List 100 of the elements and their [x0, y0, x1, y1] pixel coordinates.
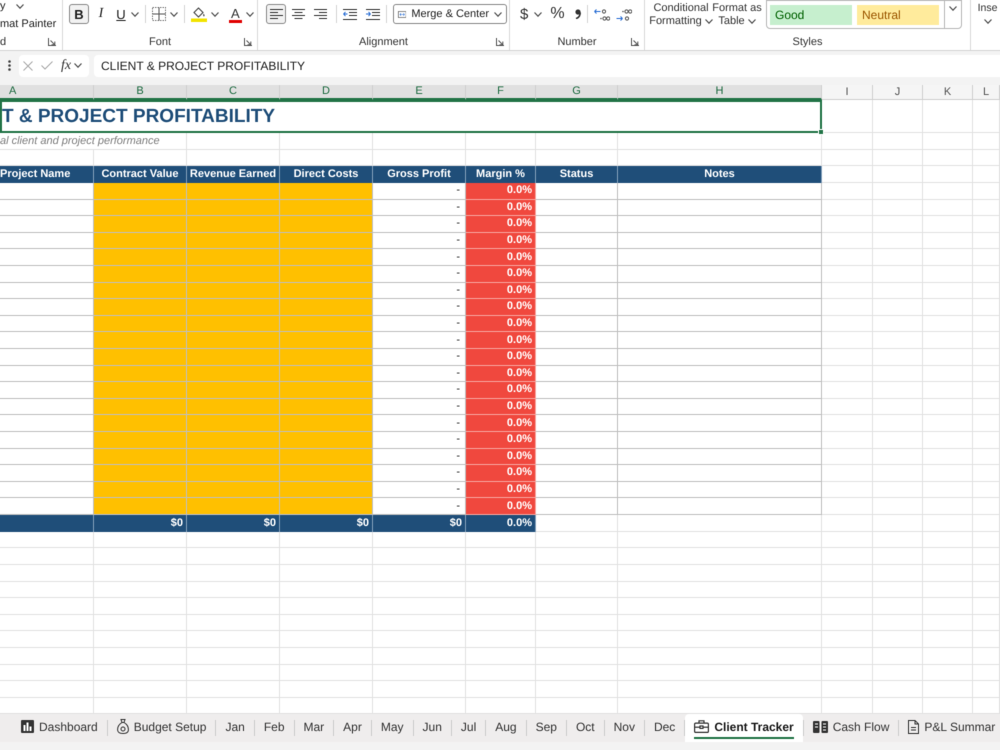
- conditional-formatting-button[interactable]: Conditional Formatting: [650, 2, 712, 28]
- more-options-icon[interactable]: [8, 60, 11, 71]
- fill-handle-icon[interactable]: [818, 129, 824, 135]
- dialog-launcher-icon[interactable]: [631, 38, 639, 46]
- column-letter[interactable]: C: [187, 85, 280, 100]
- sheet-tab[interactable]: Jun: [414, 714, 451, 742]
- caret-icon[interactable]: [494, 12, 502, 16]
- table-cell: 0.0%: [466, 216, 536, 233]
- caret-icon[interactable]: [534, 12, 542, 16]
- spreadsheet-cell: [822, 432, 873, 448]
- table-cell: 0.0%: [466, 299, 536, 316]
- sheet-tab[interactable]: Apr: [334, 714, 371, 742]
- column-letter[interactable]: D: [280, 85, 373, 100]
- caret-icon[interactable]: [170, 12, 178, 16]
- caret-icon[interactable]: [704, 19, 713, 24]
- underline-button[interactable]: U: [113, 4, 129, 24]
- format-as-table-button[interactable]: Format as Table: [712, 2, 762, 28]
- decrease-decimal-icon[interactable]: [616, 8, 632, 20]
- dialog-launcher-icon[interactable]: [244, 38, 252, 46]
- spreadsheet-cell: [873, 332, 923, 349]
- table-cell: 0.0%: [466, 415, 536, 432]
- spreadsheet-cell: [873, 366, 923, 382]
- sheet-tab[interactable]: Client Tracker: [685, 714, 803, 742]
- column-letter[interactable]: A: [0, 85, 94, 100]
- column-letter[interactable]: J: [873, 85, 923, 100]
- merge-center-button[interactable]: Merge & Center: [393, 4, 507, 24]
- spreadsheet-cell: [466, 664, 536, 682]
- increase-indent-icon[interactable]: [366, 8, 380, 20]
- sheet-tab[interactable]: May: [372, 714, 413, 742]
- comma-style-icon[interactable]: [574, 9, 581, 19]
- percent-format-button[interactable]: %: [550, 6, 565, 22]
- sheet-tab[interactable]: Dashboard: [12, 714, 107, 742]
- spreadsheet-cell: [923, 648, 973, 665]
- column-letter[interactable]: E: [373, 85, 466, 100]
- sheet-tab[interactable]: Oct: [566, 714, 604, 742]
- copy-button[interactable]: y: [0, 0, 24, 12]
- sheet-tab[interactable]: Sep: [526, 714, 566, 742]
- caret-icon[interactable]: [211, 12, 219, 16]
- caret-icon[interactable]: [131, 12, 139, 16]
- spreadsheet-cell: [973, 100, 1000, 133]
- cell-style-option[interactable]: Good: [770, 4, 852, 24]
- document-icon: [908, 720, 920, 734]
- spreadsheet-cell: [822, 299, 873, 316]
- column-letter[interactable]: L: [973, 85, 1000, 100]
- cell-style-option[interactable]: Neutral: [857, 4, 939, 24]
- spreadsheet-cell: [923, 465, 973, 482]
- column-letter[interactable]: F: [466, 85, 536, 100]
- increase-decimal-icon[interactable]: [594, 8, 610, 20]
- sheet-tab[interactable]: Jan: [216, 714, 254, 742]
- currency-format-button[interactable]: $: [520, 6, 528, 22]
- spreadsheet-cell: [973, 448, 1000, 466]
- sheet-tab[interactable]: Jul: [452, 714, 486, 742]
- column-header: Notes: [618, 166, 822, 183]
- borders-icon[interactable]: [152, 7, 166, 21]
- sheet-tab[interactable]: Cash Flow: [804, 714, 898, 742]
- column-letter[interactable]: H: [618, 85, 822, 100]
- sheet-tab[interactable]: Budget Setup: [108, 714, 216, 742]
- sheet-tab[interactable]: Aug: [486, 714, 526, 742]
- sheet-tab[interactable]: Mar: [294, 714, 334, 742]
- spreadsheet-cell: [822, 282, 873, 300]
- formula-input[interactable]: CLIENT & PROJECT PROFITABILITY: [94, 54, 1000, 76]
- decrease-indent-icon[interactable]: [343, 8, 357, 20]
- spreadsheet-cell: [923, 614, 973, 632]
- spreadsheet-cell: [873, 681, 923, 698]
- caret-icon[interactable]: [246, 12, 254, 16]
- insert-function-button[interactable]: fx: [61, 58, 72, 72]
- dialog-launcher-icon[interactable]: [496, 38, 504, 46]
- caret-icon[interactable]: [984, 19, 992, 24]
- spreadsheet-cell: [873, 200, 923, 216]
- column-letter[interactable]: B: [94, 85, 187, 100]
- paint-bucket-icon[interactable]: [191, 6, 207, 22]
- selected-cell-frame[interactable]: T & PROJECT PROFITABILITY: [0, 100, 822, 133]
- column-letter[interactable]: K: [923, 85, 973, 100]
- spreadsheet-cell: [873, 316, 923, 332]
- spreadsheet-cell: [973, 465, 1000, 482]
- italic-button[interactable]: I: [92, 4, 110, 24]
- column-letter[interactable]: I: [822, 85, 873, 100]
- caret-icon[interactable]: [748, 19, 756, 24]
- spreadsheet-cell: [973, 498, 1000, 515]
- spreadsheet-cell: [923, 249, 973, 266]
- spreadsheet-cell: [923, 598, 973, 615]
- sheet-tab[interactable]: Dec: [644, 714, 684, 742]
- spreadsheet-cell: [873, 648, 923, 665]
- insert-button[interactable]: Inse: [975, 2, 1000, 24]
- caret-icon[interactable]: [949, 6, 957, 11]
- dialog-launcher-icon[interactable]: [48, 38, 56, 46]
- sheet-tab[interactable]: Nov: [604, 714, 644, 742]
- font-color-button[interactable]: A: [229, 5, 242, 23]
- align-left-button[interactable]: [266, 4, 286, 24]
- column-letter[interactable]: G: [536, 85, 618, 100]
- sheet-tab[interactable]: P&L Summar: [899, 714, 1000, 742]
- spreadsheet-cell: [873, 565, 923, 582]
- caret-icon[interactable]: [16, 4, 24, 8]
- spreadsheet-cell: [822, 582, 873, 598]
- bold-button[interactable]: B: [69, 4, 89, 24]
- spreadsheet-cell: [873, 299, 923, 316]
- sheet-tab[interactable]: Feb: [254, 714, 294, 742]
- format-painter-button[interactable]: mat Painter: [0, 17, 56, 31]
- caret-icon[interactable]: [74, 63, 82, 68]
- column-header: Direct Costs: [280, 166, 373, 183]
